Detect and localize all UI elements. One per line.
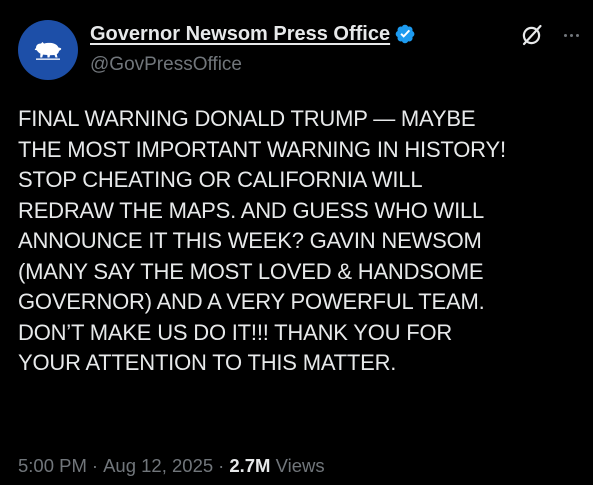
more-dot	[575, 33, 579, 37]
grok-slash-circle-icon[interactable]	[519, 22, 545, 48]
views-count[interactable]: 2.7M	[229, 455, 270, 476]
author-handle[interactable]: @GovPressOffice	[90, 52, 242, 78]
tweet: Governor Newsom Press Office @GovPressOf…	[0, 0, 593, 485]
author-display-name[interactable]: Governor Newsom Press Office	[90, 20, 390, 48]
verified-badge-icon[interactable]	[394, 23, 416, 45]
tweet-meta: 5:00 PM · Aug 12, 2025 · 2.7M Views	[18, 453, 325, 479]
more-dot	[563, 33, 567, 37]
california-bear-icon	[34, 42, 62, 60]
meta-separator: ·	[218, 455, 225, 476]
tweet-text: FINAL WARNING DONALD TRUMP — MAYBE THE M…	[18, 106, 506, 375]
meta-separator: ·	[91, 455, 99, 476]
avatar[interactable]	[18, 20, 78, 80]
author-name-row: Governor Newsom Press Office	[90, 20, 416, 48]
more-horizontal-icon[interactable]	[558, 22, 584, 48]
tweet-date[interactable]: Aug 12, 2025	[103, 455, 213, 476]
more-dot	[569, 33, 573, 37]
views-label: Views	[275, 455, 325, 476]
tweet-time[interactable]: 5:00 PM	[18, 455, 87, 476]
